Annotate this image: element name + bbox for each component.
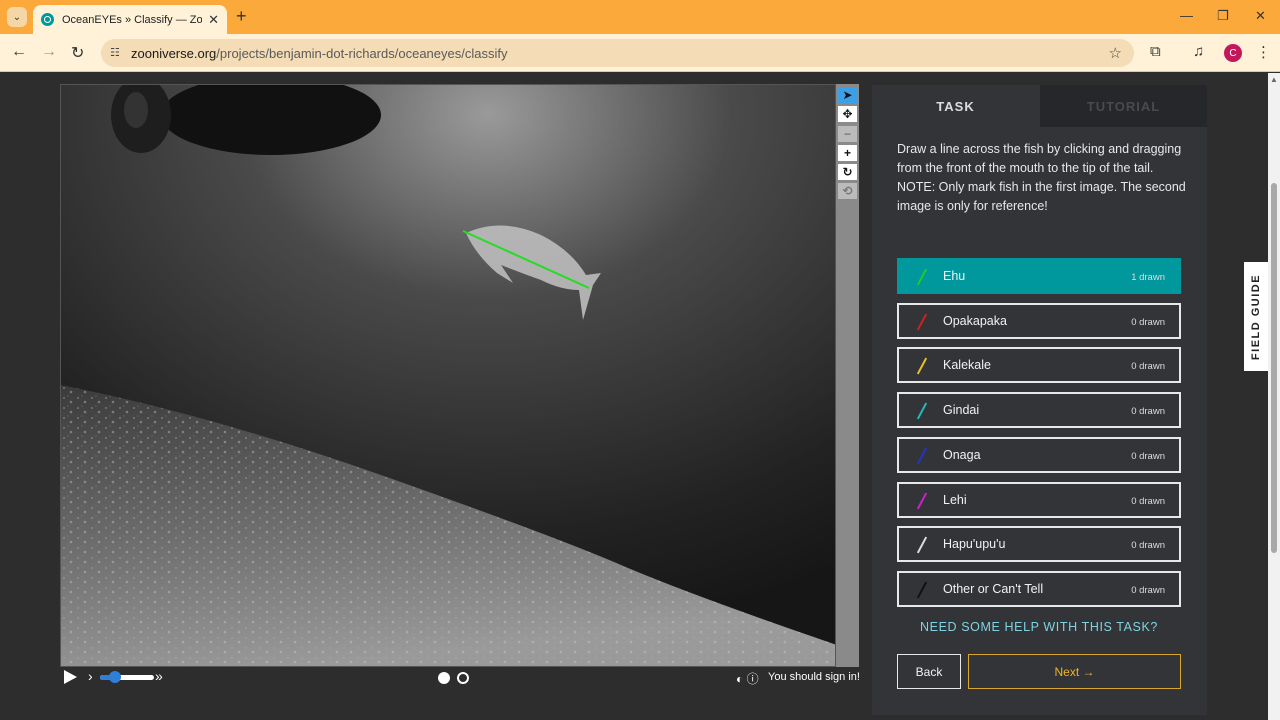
- field-guide-button[interactable]: FIELD GUIDE: [1244, 262, 1268, 371]
- field-guide-label: FIELD GUIDE: [1250, 273, 1263, 360]
- answer-count: 0 drawn: [1131, 406, 1165, 418]
- signin-prompt[interactable]: You should sign in!: [768, 671, 860, 683]
- zoom-out-icon[interactable]: −: [838, 126, 857, 142]
- zooniverse-favicon-icon: [41, 13, 54, 26]
- line-tool-icon: [916, 492, 928, 509]
- close-window-icon[interactable]: ✕: [1255, 8, 1266, 24]
- instruction-note: NOTE: Only mark fish in the first image.…: [897, 180, 1186, 213]
- subject-image-viewer[interactable]: [60, 84, 836, 667]
- zoom-in-icon[interactable]: +: [838, 145, 857, 161]
- browser-address-bar: ← → ↻ ☷ zooniverse.org/projects/benjamin…: [0, 34, 1280, 72]
- site-info-icon[interactable]: ☷: [110, 46, 124, 60]
- answer-count: 0 drawn: [1131, 540, 1165, 552]
- url-host: zooniverse.org: [131, 45, 217, 61]
- answer-lehi[interactable]: Lehi 0 drawn: [897, 481, 1181, 518]
- play-icon[interactable]: [64, 670, 77, 684]
- answer-label: Onaga: [943, 447, 981, 462]
- answer-label: Ehu: [943, 269, 966, 283]
- line-tool-icon: [916, 313, 928, 331]
- url-path: /projects/benjamin-dot-richards/oceaneye…: [216, 45, 508, 61]
- scroll-up-icon[interactable]: ▲: [1270, 75, 1278, 84]
- classify-page: ➤ ✥ − + ↻ ⟲ › » ◐ ⓘ You should sign in! …: [0, 73, 1268, 720]
- speed-faster-icon[interactable]: »: [155, 668, 163, 684]
- contrast-info-icons[interactable]: ◐ ⓘ: [736, 670, 759, 687]
- answer-count: 0 drawn: [1131, 450, 1165, 462]
- answer-kalekale[interactable]: Kalekale 0 drawn: [897, 347, 1181, 384]
- pointer-icon[interactable]: ➤: [838, 87, 857, 103]
- answer-hapu-upu-u[interactable]: Hapu'upu'u 0 drawn: [897, 526, 1181, 563]
- help-link[interactable]: NEED SOME HELP WITH THIS TASK?: [897, 620, 1181, 634]
- line-tool-icon: [916, 581, 928, 599]
- browser-tab-bar: ⌄ OceanEYEs » Classify — Zooniverse ✕ + …: [0, 0, 1280, 34]
- line-tool-icon: [916, 536, 928, 554]
- frame-dot-2[interactable]: [457, 672, 469, 684]
- answer-label: Kalekale: [943, 358, 991, 373]
- media-controls-icon[interactable]: ♫: [1193, 43, 1204, 60]
- answer-count: 0 drawn: [1131, 361, 1165, 373]
- next-button[interactable]: Next →: [968, 654, 1181, 689]
- tab-title: OceanEYEs » Classify — Zooniverse: [62, 13, 203, 26]
- task-instructions: Draw a line across the fish by clicking …: [897, 140, 1189, 216]
- task-panel: TASK TUTORIAL Draw a line across the fis…: [872, 85, 1207, 715]
- back-button[interactable]: Back: [897, 654, 961, 689]
- underwater-image[interactable]: [61, 85, 836, 667]
- frame-dot-1[interactable]: [438, 672, 450, 684]
- line-tool-icon: [916, 268, 928, 286]
- instruction-text: Draw a line across the fish by clicking …: [897, 142, 1182, 175]
- line-tool-icon: [916, 447, 928, 465]
- answer-count: 0 drawn: [1131, 495, 1165, 507]
- browser-tab-active[interactable]: OceanEYEs » Classify — Zooniverse ✕: [33, 5, 227, 34]
- speed-slider-thumb[interactable]: [109, 671, 121, 683]
- frame-player: › » ◐ ⓘ You should sign in!: [60, 667, 860, 689]
- answer-count: 0 drawn: [1131, 584, 1165, 596]
- extensions-icon[interactable]: ⧉: [1150, 43, 1161, 60]
- answer-label: Opakapaka: [943, 313, 1007, 328]
- bookmark-star-icon[interactable]: ☆: [1109, 44, 1122, 62]
- answer-count: 0 drawn: [1131, 316, 1165, 328]
- page-scrollbar[interactable]: ▲: [1268, 73, 1280, 720]
- tab-task[interactable]: TASK: [872, 85, 1039, 127]
- answer-opakapaka[interactable]: Opakapaka 0 drawn: [897, 302, 1181, 339]
- speed-slower-icon[interactable]: ›: [88, 668, 93, 684]
- answer-onaga[interactable]: Onaga 0 drawn: [897, 436, 1181, 473]
- move-icon[interactable]: ✥: [838, 106, 857, 122]
- browser-menu-icon[interactable]: ⋮: [1256, 43, 1271, 61]
- answer-ehu[interactable]: Ehu 1 drawn: [897, 258, 1181, 294]
- forward-arrow-icon[interactable]: →: [41, 43, 57, 61]
- tab-tutorial[interactable]: TUTORIAL: [1040, 85, 1207, 127]
- profile-avatar[interactable]: C: [1224, 44, 1242, 62]
- new-tab-icon[interactable]: +: [236, 6, 247, 27]
- scroll-thumb[interactable]: [1271, 183, 1277, 553]
- url-input[interactable]: ☷ zooniverse.org/projects/benjamin-dot-r…: [101, 39, 1134, 67]
- answer-gindai[interactable]: Gindai 0 drawn: [897, 392, 1181, 429]
- answer-other-or-can-t-tell[interactable]: Other or Can't Tell 0 drawn: [897, 570, 1181, 607]
- answer-label: Lehi: [943, 492, 967, 507]
- tab-close-icon[interactable]: ✕: [208, 12, 219, 28]
- line-tool-icon: [916, 402, 928, 420]
- restore-icon[interactable]: ❐: [1217, 8, 1229, 24]
- tab-search-button[interactable]: ⌄: [7, 7, 27, 27]
- answer-label: Hapu'upu'u: [943, 537, 1006, 552]
- answer-label: Other or Can't Tell: [943, 581, 1044, 596]
- reset-icon[interactable]: ⟲: [838, 183, 857, 199]
- viewer-toolbar: ➤ ✥ − + ↻ ⟲: [836, 84, 859, 667]
- answer-label: Gindai: [943, 403, 980, 418]
- rotate-icon[interactable]: ↻: [838, 164, 857, 180]
- back-arrow-icon[interactable]: ←: [11, 43, 27, 61]
- minimize-icon[interactable]: —: [1180, 8, 1193, 23]
- line-tool-icon: [916, 357, 928, 375]
- reload-icon[interactable]: ↻: [71, 43, 84, 63]
- answer-count: 1 drawn: [1131, 272, 1165, 283]
